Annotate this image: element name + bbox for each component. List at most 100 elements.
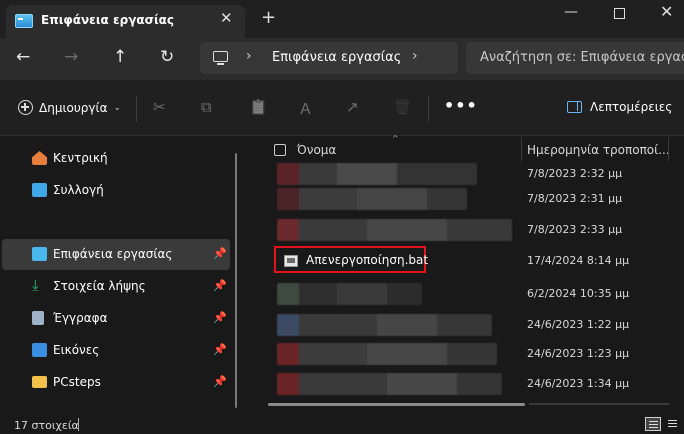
forward-button[interactable]: → [64,47,78,67]
file-date: 24/6/2023 1:22 μμ [527,318,630,331]
pin-icon: 📌 [213,343,227,356]
divider [428,96,429,122]
horizontal-scrollbar[interactable] [268,403,525,406]
copy-icon[interactable]: ⧉ [201,98,212,116]
file-row-bat[interactable]: Απενεργοποίηση.bat 17/4/2024 8:14 μμ [265,246,675,276]
file-row[interactable]: 24/6/2023 1:23 μμ [265,339,675,369]
refresh-button[interactable]: ↻ [160,47,174,67]
column-header-name[interactable]: Όνομα [297,143,336,157]
search-input[interactable]: Αναζήτηση σε: Επιφάνεια εργασί [480,50,684,65]
file-date: 24/6/2023 1:23 μμ [527,347,630,360]
gallery-icon [32,183,47,197]
horizontal-scrollbar-track [529,403,669,405]
pictures-icon [32,343,47,357]
divider [136,96,137,122]
breadcrumb-chevron-icon[interactable]: › [412,48,418,64]
sidebar-item-label: Επιφάνεια εργασίας [53,247,173,261]
blurred-file-name [277,219,512,241]
pin-icon: 📌 [213,375,227,388]
breadcrumb-chevron-icon[interactable]: › [246,48,252,64]
details-view-button[interactable] [645,417,661,431]
file-list: ^ Όνομα Ημερομηνία τροποποί... 7/8/2023 … [265,134,684,411]
tab-close-icon[interactable]: ✕ [220,9,233,27]
address-bar[interactable]: › Επιφάνεια εργασίας › [200,42,458,74]
column-header-date-modified[interactable]: Ημερομηνία τροποποί... [527,143,670,157]
paste-icon[interactable]: 📋 [249,98,268,116]
blurred-file-name [277,188,467,210]
sidebar-item-documents[interactable]: Έγγραφα 📌 [0,303,228,334]
desktop-icon [15,14,33,28]
command-bar: Δημιουργία ⌄ ✂ ⧉ 📋 Ａ ↗ 🗑 ••• Λεπτομέρειε… [0,80,684,136]
pin-icon: 📌 [213,247,227,260]
sidebar-item-downloads[interactable]: ⤓ Στοιχεία λήψης 📌 [0,271,228,302]
blurred-file-name [277,373,502,395]
blurred-file-name [277,314,492,336]
folder-icon [32,376,47,388]
tiles-view-button[interactable] [665,417,681,431]
cut-icon[interactable]: ✂ [153,98,166,116]
file-date: 7/8/2023 2:33 μμ [527,223,623,236]
file-date: 24/6/2023 1:34 μμ [527,377,630,390]
new-button[interactable]: Δημιουργία ⌄ [18,100,121,115]
share-icon[interactable]: ↗ [346,98,359,116]
sidebar-item-label: Στοιχεία λήψης [53,279,146,293]
more-options-button[interactable]: ••• [444,96,478,115]
sidebar-item-label: Συλλογή [53,183,104,197]
column-divider[interactable] [521,137,522,161]
sidebar-item-label: PCsteps [53,375,101,389]
item-count: 17 στοιχεία [14,419,79,432]
sidebar-item-gallery[interactable]: Συλλογή [0,175,228,206]
details-label: Λεπτομέρειες [590,100,673,114]
up-button[interactable]: ↑ [113,47,127,67]
sidebar-item-home[interactable]: Κεντρική [0,143,228,174]
file-name: Απενεργοποίηση.bat [306,253,429,267]
blurred-file-name [277,283,422,305]
file-date: 7/8/2023 2:31 μμ [527,192,623,205]
chevron-down-icon: ⌄ [113,102,122,113]
rename-icon[interactable]: Ａ [298,98,313,119]
file-date: 7/8/2023 2:32 μμ [527,167,623,180]
home-icon [32,151,47,165]
batch-file-icon [284,255,298,267]
column-divider[interactable] [668,137,669,161]
file-date: 17/4/2024 8:14 μμ [527,254,630,267]
navigation-bar: ← → ↑ ↻ › Επιφάνεια εργασίας › Αναζήτηση… [0,38,684,80]
highlight-box: Απενεργοποίηση.bat [274,246,429,273]
document-icon [32,311,44,325]
select-all-checkbox[interactable] [274,144,286,156]
sidebar-item-pcsteps[interactable]: PCsteps 📌 [0,367,228,398]
sidebar-item-desktop[interactable]: Επιφάνεια εργασίας 📌 [2,239,230,270]
pin-icon: 📌 [213,311,227,324]
blurred-file-name [277,343,497,365]
sidebar-item-label: Εικόνες [53,343,100,357]
divider [78,418,79,431]
download-icon: ⤓ [32,276,39,294]
sort-ascending-icon: ^ [392,134,399,143]
file-date: 6/2/2024 10:35 μμ [527,287,630,300]
computer-icon [213,51,228,65]
breadcrumb-desktop[interactable]: Επιφάνεια εργασίας [272,50,401,65]
file-row[interactable]: 24/6/2023 1:22 μμ [265,310,675,340]
sidebar-item-pictures[interactable]: Εικόνες 📌 [0,335,228,366]
details-pane-button[interactable]: Λεπτομέρειες [567,100,672,114]
sidebar-scrollbar[interactable] [235,153,237,408]
title-bar: Επιφάνεια εργασίας ✕ + — ✕ [0,0,684,38]
tab-title: Επιφάνεια εργασίας [41,13,175,27]
search-box[interactable]: Αναζήτηση σε: Επιφάνεια εργασί [466,42,684,74]
file-row[interactable]: 7/8/2023 2:31 μμ [265,184,675,214]
plus-icon [18,100,33,115]
tab-desktop[interactable]: Επιφάνεια εργασίας ✕ [6,5,245,38]
maximize-button[interactable] [614,8,625,19]
sidebar-item-label: Έγγραφα [53,311,108,325]
status-bar: 17 στοιχεία [0,411,684,434]
pin-icon: 📌 [213,279,227,292]
file-row[interactable]: 24/6/2023 1:34 μμ [265,369,675,399]
file-row[interactable]: 7/8/2023 2:33 μμ [265,215,675,245]
close-window-button[interactable]: ✕ [660,2,673,21]
navigation-pane: Κεντρική Συλλογή Επιφάνεια εργασίας 📌 ⤓ … [0,137,240,411]
file-row[interactable]: 6/2/2024 10:35 μμ [265,279,675,309]
minimize-button[interactable]: — [564,4,578,20]
delete-icon[interactable]: 🗑 [393,98,412,116]
new-tab-button[interactable]: + [261,7,276,28]
back-button[interactable]: ← [16,47,30,67]
